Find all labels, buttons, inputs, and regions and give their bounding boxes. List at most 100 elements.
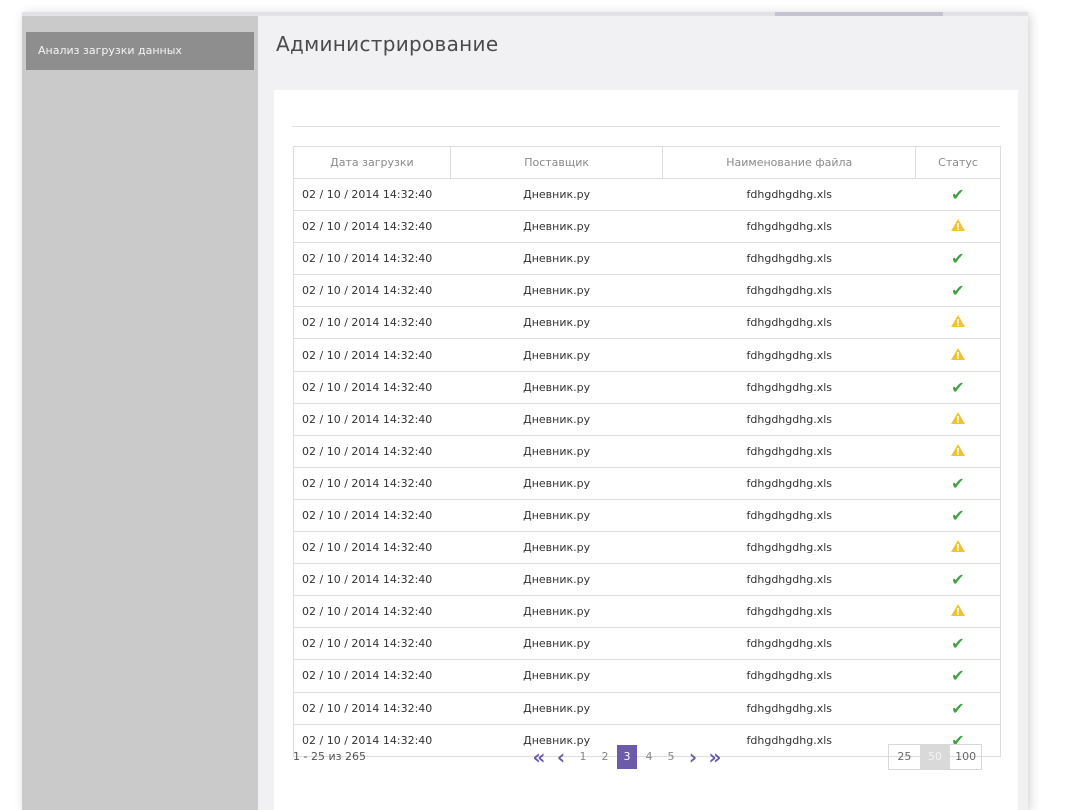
page-button-4[interactable]: 4: [639, 745, 659, 769]
page-size-100[interactable]: 100: [950, 745, 981, 769]
cell-status: ✔: [915, 563, 1001, 597]
check-icon: ✔: [951, 505, 965, 525]
cell-supplier: Дневник.ру: [450, 466, 663, 500]
cell-file-name: fdhgdhgdhg.xls: [662, 306, 916, 340]
table-header-row: Дата загрузки Поставщик Наименование фай…: [293, 146, 1001, 179]
check-icon: ✔: [951, 473, 965, 493]
table-row[interactable]: 02 / 10 / 2014 14:32:40 Дневник.ру fdhgdhg…: [293, 466, 1001, 500]
page-button-5[interactable]: 5: [661, 745, 681, 769]
check-icon: ✔: [951, 570, 965, 590]
page-button-3[interactable]: 3: [617, 745, 637, 769]
column-header-upload-date[interactable]: Дата загрузки: [293, 146, 451, 179]
warning-icon: [950, 218, 966, 235]
uploads-table: Дата загрузки Поставщик Наименование фай…: [293, 146, 1001, 757]
cell-upload-date: 02 / 10 / 2014 14:32:40: [293, 210, 451, 244]
cell-file-name: fdhgdhgdhg.xls: [662, 595, 916, 629]
warning-icon: [950, 314, 966, 331]
cell-file-name: fdhgdhgdhg.xls: [662, 627, 916, 661]
cell-upload-date: 02 / 10 / 2014 14:32:40: [293, 177, 451, 212]
pagination-range-text: 1 - 25 из 265: [293, 750, 366, 763]
table-row[interactable]: 02 / 10 / 2014 14:32:40 Дневник.ру fdhgdhg…: [293, 274, 1001, 308]
content-panel: Дата загрузки Поставщик Наименование фай…: [274, 90, 1018, 810]
cell-status: [915, 210, 1001, 244]
table-row[interactable]: 02 / 10 / 2014 14:32:40 Дневник.ру fdhgdhg…: [293, 306, 1001, 340]
table-row[interactable]: 02 / 10 / 2014 14:32:40 Дневник.ру fdhgdhg…: [293, 627, 1001, 661]
cell-supplier: Дневник.ру: [450, 498, 663, 533]
cell-status: [915, 402, 1001, 436]
pager: «‹ 1 2 3 4 5 ›»: [528, 744, 726, 770]
cell-upload-date: 02 / 10 / 2014 14:32:40: [293, 691, 451, 725]
cell-status: ✔: [915, 274, 1001, 308]
table-row[interactable]: 02 / 10 / 2014 14:32:40 Дневник.ру fdhgdhg…: [293, 659, 1001, 693]
cell-status: [915, 595, 1001, 629]
prev-page-button[interactable]: ‹: [551, 745, 571, 769]
page-size-selector: 25 50 100: [888, 744, 982, 770]
cell-status: ✔: [915, 177, 1001, 212]
cell-supplier: Дневник.ру: [450, 177, 663, 212]
cell-supplier: Дневник.ру: [450, 370, 663, 404]
cell-upload-date: 02 / 10 / 2014 14:32:40: [293, 370, 451, 404]
check-icon: ✔: [951, 377, 965, 397]
cell-file-name: fdhgdhgdhg.xls: [662, 498, 916, 533]
panel-divider: [292, 126, 1000, 127]
warning-icon: [950, 603, 966, 620]
app-window: Анализ загрузки данных Администрирование…: [22, 12, 1028, 810]
cell-file-name: fdhgdhgdhg.xls: [662, 274, 916, 308]
cell-upload-date: 02 / 10 / 2014 14:32:40: [293, 242, 451, 276]
column-header-file-name[interactable]: Наименование файла: [662, 146, 917, 179]
cell-file-name: fdhgdhgdhg.xls: [662, 242, 916, 276]
cell-status: [915, 306, 1001, 340]
table-row[interactable]: 02 / 10 / 2014 14:32:40 Дневник.ру fdhgdhg…: [293, 177, 1001, 212]
table-row[interactable]: 02 / 10 / 2014 14:32:40 Дневник.ру fdhgdhg…: [293, 531, 1001, 565]
check-icon: ✔: [951, 185, 965, 205]
cell-status: [915, 338, 1001, 372]
page-size-25[interactable]: 25: [889, 745, 920, 769]
table-row[interactable]: 02 / 10 / 2014 14:32:40 Дневник.ру fdhgdhg…: [293, 691, 1001, 725]
sidebar: Анализ загрузки данных: [22, 16, 258, 810]
table-row[interactable]: 02 / 10 / 2014 14:32:40 Дневник.ру fdhgdhg…: [293, 210, 1001, 244]
cell-status: [915, 531, 1001, 565]
page-button-2[interactable]: 2: [595, 745, 615, 769]
cell-file-name: fdhgdhgdhg.xls: [662, 531, 916, 565]
page-button-1[interactable]: 1: [573, 745, 593, 769]
cell-status: ✔: [915, 498, 1001, 533]
table-row[interactable]: 02 / 10 / 2014 14:32:40 Дневник.ру fdhgdhg…: [293, 434, 1001, 468]
cell-file-name: fdhgdhgdhg.xls: [662, 370, 916, 404]
cell-status: ✔: [915, 466, 1001, 500]
table-row[interactable]: 02 / 10 / 2014 14:32:40 Дневник.ру fdhgdhg…: [293, 370, 1001, 404]
cell-supplier: Дневник.ру: [450, 274, 663, 308]
cell-supplier: Дневник.ру: [450, 627, 663, 661]
table-row[interactable]: 02 / 10 / 2014 14:32:40 Дневник.ру fdhgdhg…: [293, 498, 1001, 533]
cell-upload-date: 02 / 10 / 2014 14:32:40: [293, 338, 451, 372]
table-row[interactable]: 02 / 10 / 2014 14:32:40 Дневник.ру fdhgdhg…: [293, 338, 1001, 372]
table-row[interactable]: 02 / 10 / 2014 14:32:40 Дневник.ру fdhgdhg…: [293, 563, 1001, 597]
cell-status: [915, 434, 1001, 468]
page-title: Администрирование: [276, 32, 499, 56]
cell-status: ✔: [915, 659, 1001, 693]
cell-upload-date: 02 / 10 / 2014 14:32:40: [293, 531, 451, 565]
table-row[interactable]: 02 / 10 / 2014 14:32:40 Дневник.ру fdhgdhg…: [293, 242, 1001, 276]
cell-file-name: fdhgdhgdhg.xls: [662, 659, 916, 693]
sidebar-item-data-load-analysis[interactable]: Анализ загрузки данных: [26, 32, 254, 70]
cell-upload-date: 02 / 10 / 2014 14:32:40: [293, 563, 451, 597]
warning-icon: [950, 539, 966, 556]
cell-upload-date: 02 / 10 / 2014 14:32:40: [293, 466, 451, 500]
cell-supplier: Дневник.ру: [450, 306, 663, 340]
column-header-status[interactable]: Статус: [915, 146, 1001, 179]
cell-status: ✔: [915, 627, 1001, 661]
cell-supplier: Дневник.ру: [450, 531, 663, 565]
cell-upload-date: 02 / 10 / 2014 14:32:40: [293, 274, 451, 308]
cell-supplier: Дневник.ру: [450, 691, 663, 725]
cell-status: ✔: [915, 370, 1001, 404]
column-header-supplier[interactable]: Поставщик: [449, 146, 664, 179]
cell-file-name: fdhgdhgdhg.xls: [662, 434, 916, 468]
table-row[interactable]: 02 / 10 / 2014 14:32:40 Дневник.ру fdhgdhg…: [293, 402, 1001, 436]
cell-supplier: Дневник.ру: [450, 242, 663, 276]
first-page-button[interactable]: «: [529, 745, 549, 769]
page-size-50[interactable]: 50: [919, 745, 951, 769]
next-page-button[interactable]: ›: [683, 745, 703, 769]
warning-icon: [950, 347, 966, 364]
check-icon: ✔: [951, 698, 965, 718]
table-row[interactable]: 02 / 10 / 2014 14:32:40 Дневник.ру fdhgdhg…: [293, 595, 1001, 629]
last-page-button[interactable]: »: [705, 745, 725, 769]
